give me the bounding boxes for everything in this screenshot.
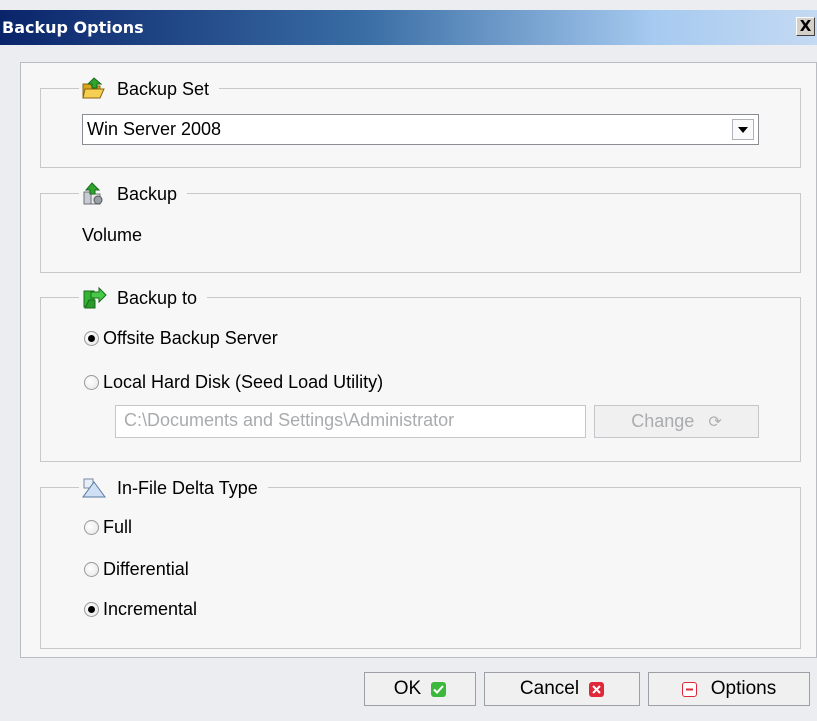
change-button[interactable]: Change ⟳: [594, 405, 759, 438]
cancel-button[interactable]: Cancel: [484, 672, 640, 706]
backup-files-icon: [81, 182, 107, 206]
radio-full[interactable]: Full: [84, 517, 132, 538]
radio-button[interactable]: [84, 331, 99, 346]
radio-label: Differential: [103, 559, 189, 579]
radio-local-hard-disk[interactable]: Local Hard Disk (Seed Load Utility): [84, 372, 383, 393]
radio-label: Local Hard Disk (Seed Load Utility): [103, 372, 384, 392]
radio-button[interactable]: [84, 520, 99, 535]
radio-offsite-backup-server[interactable]: Offsite Backup Server: [84, 328, 278, 349]
backup-group: Backup: [40, 182, 801, 273]
backup-label: Backup: [117, 183, 178, 204]
refresh-icon: ⟳: [708, 413, 722, 431]
backup-set-legend: Backup Set: [79, 77, 220, 101]
backup-to-legend: Backup to: [79, 286, 208, 310]
ok-button[interactable]: OK: [364, 672, 476, 706]
radio-button[interactable]: [84, 375, 99, 390]
green-arrow-icon: [81, 286, 107, 310]
title-bar[interactable]: Backup Options X: [0, 10, 817, 45]
cancel-icon: [589, 681, 605, 697]
radio-incremental[interactable]: Incremental: [84, 599, 197, 620]
check-icon: [431, 681, 447, 697]
ok-label: OK: [393, 678, 422, 699]
backup-set-label: Backup Set: [117, 78, 210, 99]
radio-label: Full: [103, 517, 133, 537]
radio-differential[interactable]: Differential: [84, 559, 189, 580]
backup-options-dialog: Backup Options X Backup Set Win Server 2…: [0, 0, 817, 721]
change-label: Change: [631, 411, 695, 431]
local-path-field[interactable]: C:\Documents and Settings\Administrator: [115, 405, 586, 438]
delta-type-label: In-File Delta Type: [117, 477, 258, 498]
radio-label: Incremental: [103, 599, 198, 619]
backup-legend: Backup: [79, 182, 188, 206]
backup-set-select[interactable]: Win Server 2008: [82, 114, 759, 145]
backup-value: Volume: [82, 225, 143, 245]
folder-open-icon: [81, 77, 107, 101]
dialog-title: Backup Options: [2, 18, 144, 37]
backup-to-label: Backup to: [117, 287, 198, 308]
close-button[interactable]: X: [796, 17, 815, 36]
radio-button[interactable]: [84, 562, 99, 577]
radio-button[interactable]: [84, 602, 99, 617]
delta-icon: [81, 476, 107, 500]
chevron-down-icon[interactable]: [732, 119, 754, 140]
options-label: Options: [710, 678, 777, 699]
backup-set-value: Win Server 2008: [87, 119, 222, 139]
cancel-label: Cancel: [519, 678, 580, 699]
delta-type-legend: In-File Delta Type: [79, 476, 268, 500]
options-button[interactable]: Options: [648, 672, 810, 706]
radio-label: Offsite Backup Server: [103, 328, 278, 348]
minus-icon: [681, 681, 697, 697]
